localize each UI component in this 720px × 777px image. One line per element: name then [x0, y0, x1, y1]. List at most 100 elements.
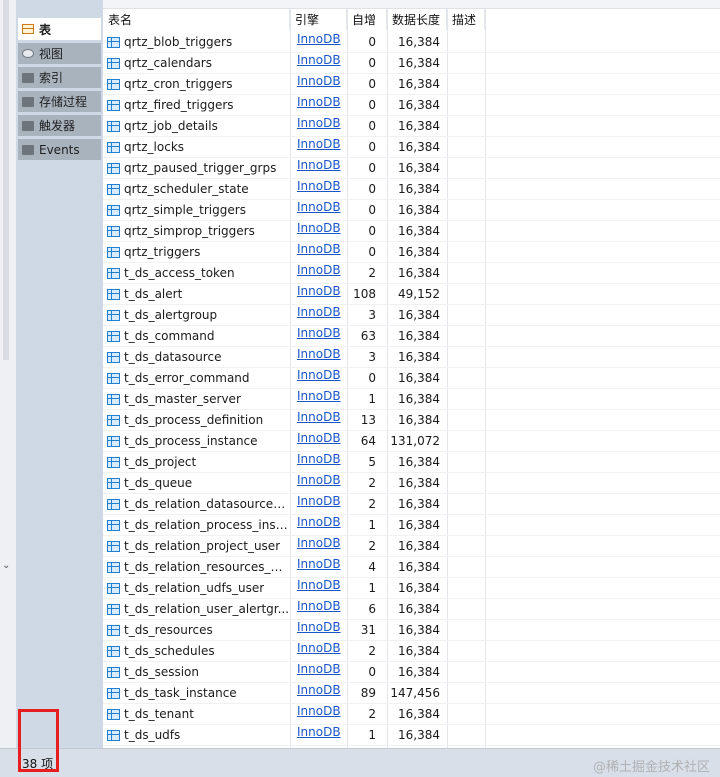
table-row[interactable]: t_ds_process_instance InnoDB 64 131,072	[103, 431, 720, 452]
cell-engine-link[interactable]: InnoDB	[297, 95, 347, 115]
cell-engine-link[interactable]: InnoDB	[297, 410, 347, 430]
table-row[interactable]: qrtz_cron_triggers InnoDB 0 16,384	[103, 74, 720, 95]
table-row[interactable]: t_ds_error_command InnoDB 0 16,384	[103, 368, 720, 389]
cell-engine-link[interactable]: InnoDB	[297, 32, 347, 52]
scrollbar[interactable]	[3, 0, 9, 360]
object-type-item[interactable]: 触发器	[18, 115, 101, 136]
table-row[interactable]: t_ds_command InnoDB 63 16,384	[103, 326, 720, 347]
cell-data-length: 16,384	[398, 56, 440, 70]
cell-engine-link[interactable]: InnoDB	[297, 221, 347, 241]
cell-engine-link[interactable]: InnoDB	[297, 557, 347, 577]
table-name-text: qrtz_paused_trigger_grps	[124, 161, 277, 175]
cell-engine-link[interactable]: InnoDB	[297, 242, 347, 262]
cell-engine-link[interactable]: InnoDB	[297, 74, 347, 94]
cell-engine-link[interactable]: InnoDB	[297, 620, 347, 640]
cell-engine-link[interactable]: InnoDB	[297, 263, 347, 283]
table-row[interactable]: t_ds_relation_resources_us... InnoDB 4 16,3…	[103, 557, 720, 578]
cell-engine-link[interactable]: InnoDB	[297, 347, 347, 367]
table-row[interactable]: t_ds_relation_udfs_user InnoDB 1 16,384	[103, 578, 720, 599]
table-name-text: t_ds_error_command	[124, 371, 250, 385]
table-row[interactable]: qrtz_job_details InnoDB 0 16,384	[103, 116, 720, 137]
table-row[interactable]: t_ds_alertgroup InnoDB 3 16,384	[103, 305, 720, 326]
table-name-text: t_ds_project	[124, 455, 197, 469]
cell-engine-link[interactable]: InnoDB	[297, 536, 347, 556]
cell-auto-increment: 31	[360, 623, 376, 637]
table-row[interactable]: t_ds_resources InnoDB 31 16,384	[103, 620, 720, 641]
cell-data-length: 16,384	[398, 476, 440, 490]
object-type-item[interactable]: 视图	[18, 43, 101, 64]
cell-auto-increment: 0	[368, 140, 376, 154]
table-row[interactable]: t_ds_relation_project_user InnoDB 2 16,384	[103, 536, 720, 557]
cell-engine-link[interactable]: InnoDB	[297, 494, 347, 514]
cell-engine-link[interactable]: InnoDB	[297, 704, 347, 724]
object-type-item[interactable]: 存储过程	[18, 91, 101, 112]
cell-table-name: t_ds_access_token	[107, 263, 290, 283]
table-name-text: t_ds_process_instance	[124, 434, 258, 448]
table-row[interactable]: t_ds_project InnoDB 5 16,384	[103, 452, 720, 473]
cell-engine-link[interactable]: InnoDB	[297, 389, 347, 409]
table-row[interactable]: qrtz_simple_triggers InnoDB 0 16,384	[103, 200, 720, 221]
cell-engine-link[interactable]: InnoDB	[297, 326, 347, 346]
cell-table-name: qrtz_calendars	[107, 53, 290, 73]
table-row[interactable]: t_ds_datasource InnoDB 3 16,384	[103, 347, 720, 368]
cell-engine-link[interactable]: InnoDB	[297, 578, 347, 598]
table-row[interactable]: t_ds_tenant InnoDB 2 16,384	[103, 704, 720, 725]
table-row[interactable]: t_ds_relation_user_alertgr... InnoDB 6 16,3…	[103, 599, 720, 620]
cell-engine-link[interactable]: InnoDB	[297, 662, 347, 682]
cell-engine-link[interactable]: InnoDB	[297, 284, 347, 304]
cell-auto-increment: 64	[360, 434, 376, 448]
table-row[interactable]: t_ds_master_server InnoDB 1 16,384	[103, 389, 720, 410]
cell-engine-link[interactable]: InnoDB	[297, 641, 347, 661]
table-row[interactable]: t_ds_access_token InnoDB 2 16,384	[103, 263, 720, 284]
cell-engine-link[interactable]: InnoDB	[297, 452, 347, 472]
cell-engine-link[interactable]: InnoDB	[297, 725, 347, 745]
table-icon	[107, 456, 120, 468]
table-icon	[107, 57, 120, 69]
table-row[interactable]: qrtz_calendars InnoDB 0 16,384	[103, 53, 720, 74]
cell-engine-link[interactable]: InnoDB	[297, 368, 347, 388]
object-type-item[interactable]: 表	[18, 18, 101, 40]
table-row[interactable]: t_ds_udfs InnoDB 1 16,384	[103, 725, 720, 746]
cell-engine-link[interactable]: InnoDB	[297, 200, 347, 220]
table-row[interactable]: qrtz_fired_triggers InnoDB 0 16,384	[103, 95, 720, 116]
cell-table-name: t_ds_alert	[107, 284, 290, 304]
table-row[interactable]: qrtz_triggers InnoDB 0 16,384	[103, 242, 720, 263]
table-row[interactable]: t_ds_process_definition InnoDB 13 16,384	[103, 410, 720, 431]
table-icon	[107, 603, 120, 615]
column-header-data-length[interactable]: 数据长度	[387, 9, 447, 30]
object-type-item[interactable]: 索引	[18, 67, 101, 88]
scroll-arrow-icon[interactable]: ⌄	[2, 560, 10, 571]
column-header-name[interactable]: 表名	[103, 9, 290, 30]
column-header-auto-increment[interactable]: 自增	[347, 9, 387, 30]
cell-engine-link[interactable]: InnoDB	[297, 599, 347, 619]
cell-engine-link[interactable]: InnoDB	[297, 116, 347, 136]
cell-engine-link[interactable]: InnoDB	[297, 305, 347, 325]
table-row[interactable]: t_ds_alert InnoDB 108 49,152	[103, 284, 720, 305]
table-name-text: t_ds_tenant	[124, 707, 194, 721]
table-row[interactable]: t_ds_session InnoDB 0 16,384	[103, 662, 720, 683]
object-type-item[interactable]: Events	[18, 139, 101, 160]
cell-engine-link[interactable]: InnoDB	[297, 53, 347, 73]
column-header-engine[interactable]: 引擎	[290, 9, 347, 30]
table-row[interactable]: t_ds_task_instance InnoDB 89 147,456	[103, 683, 720, 704]
table-row[interactable]: t_ds_schedules InnoDB 2 16,384	[103, 641, 720, 662]
cell-auto-increment: 1	[368, 581, 376, 595]
cell-engine-link[interactable]: InnoDB	[297, 515, 347, 535]
cell-engine-link[interactable]: InnoDB	[297, 179, 347, 199]
column-header-comment[interactable]: 描述	[447, 9, 485, 30]
table-row[interactable]: t_ds_queue InnoDB 2 16,384	[103, 473, 720, 494]
cell-engine-link[interactable]: InnoDB	[297, 473, 347, 493]
cell-engine-link[interactable]: InnoDB	[297, 158, 347, 178]
cell-data-length: 16,384	[398, 35, 440, 49]
cell-engine-link[interactable]: InnoDB	[297, 683, 347, 703]
table-row[interactable]: qrtz_locks InnoDB 0 16,384	[103, 137, 720, 158]
table-name-text: qrtz_triggers	[124, 245, 201, 259]
table-row[interactable]: t_ds_relation_process_inst... InnoDB 1 16,3…	[103, 515, 720, 536]
table-row[interactable]: qrtz_blob_triggers InnoDB 0 16,384	[103, 32, 720, 53]
cell-engine-link[interactable]: InnoDB	[297, 137, 347, 157]
table-row[interactable]: qrtz_paused_trigger_grps InnoDB 0 16,384	[103, 158, 720, 179]
table-row[interactable]: qrtz_scheduler_state InnoDB 0 16,384	[103, 179, 720, 200]
table-row[interactable]: qrtz_simprop_triggers InnoDB 0 16,384	[103, 221, 720, 242]
cell-engine-link[interactable]: InnoDB	[297, 431, 347, 451]
table-row[interactable]: t_ds_relation_datasource_... InnoDB 2 16,38…	[103, 494, 720, 515]
